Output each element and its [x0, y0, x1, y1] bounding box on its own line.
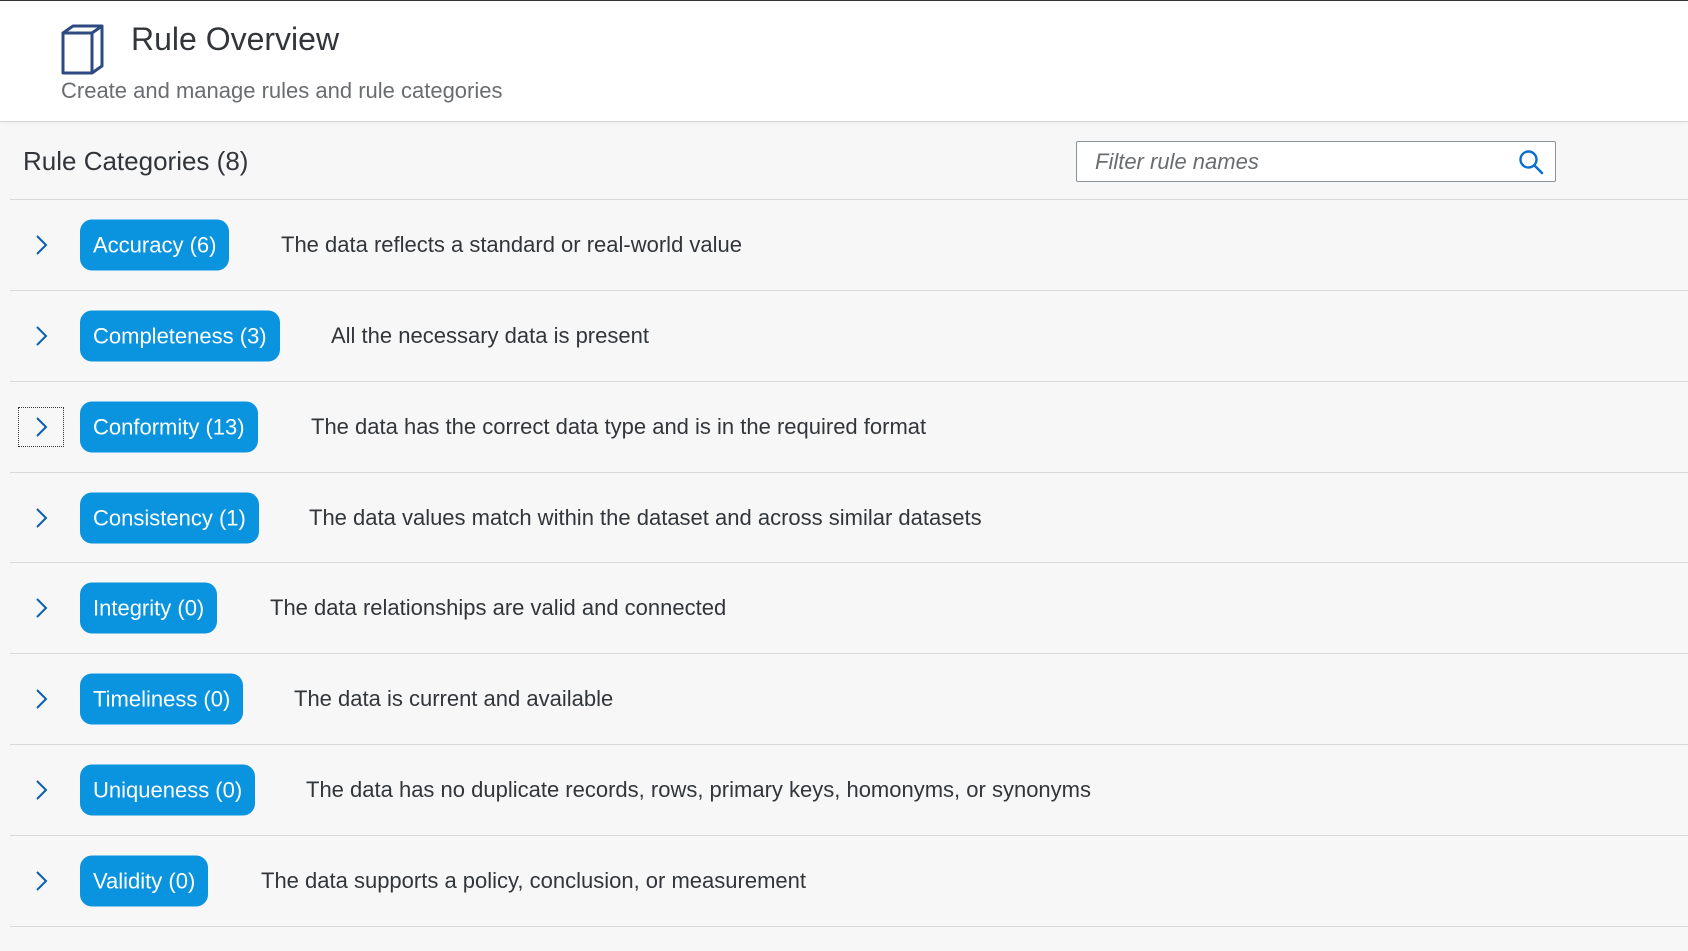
chevron-right-icon[interactable]: [18, 407, 64, 447]
category-description: The data has no duplicate records, rows,…: [306, 777, 1091, 802]
filter-rule-names-input[interactable]: [1077, 142, 1507, 181]
category-description: The data supports a policy, conclusion, …: [261, 868, 806, 893]
category-description: The data has the correct data type and i…: [311, 414, 927, 439]
chevron-right-icon[interactable]: [19, 862, 63, 900]
search-icon[interactable]: [1517, 148, 1545, 176]
category-row-validity: Validity (0) The data supports a policy,…: [10, 836, 1688, 927]
category-badge-integrity[interactable]: Integrity (0): [80, 582, 218, 634]
chevron-right-icon[interactable]: [19, 317, 63, 355]
category-badge-consistency[interactable]: Consistency (1): [80, 492, 259, 543]
category-description: The data values match within the dataset…: [309, 504, 982, 530]
rule-category-list: Accuracy (6) The data reflects a standar…: [10, 200, 1688, 927]
book-icon: [58, 23, 106, 77]
category-row-completeness: Completeness (3) All the necessary data …: [10, 291, 1688, 382]
category-row-consistency: Consistency (1) The data values match wi…: [10, 473, 1688, 563]
category-badge-validity[interactable]: Validity (0): [80, 855, 209, 907]
chevron-right-icon[interactable]: [19, 589, 63, 627]
page-header: Rule Overview Create and manage rules an…: [0, 0, 1688, 122]
category-description: The data is current and available: [294, 686, 614, 711]
rule-overview-page: Rule Overview Create and manage rules an…: [0, 0, 1688, 951]
categories-toolbar: Rule Categories (8): [10, 124, 1688, 200]
page-title: Rule Overview: [131, 21, 340, 57]
category-badge-conformity[interactable]: Conformity (13): [80, 401, 258, 453]
category-row-timeliness: Timeliness (0) The data is current and a…: [10, 654, 1688, 745]
page-subtitle: Create and manage rules and rule categor…: [61, 78, 503, 103]
category-description: The data reflects a standard or real-wor…: [281, 232, 743, 257]
category-row-integrity: Integrity (0) The data relationships are…: [10, 563, 1688, 654]
chevron-right-icon[interactable]: [19, 680, 63, 718]
filter-rule-names-field[interactable]: [1076, 141, 1556, 182]
category-row-conformity: Conformity (13) The data has the correct…: [10, 382, 1688, 473]
category-description: All the necessary data is present: [331, 323, 649, 348]
category-description: The data relationships are valid and con…: [270, 595, 727, 620]
rule-categories-title: Rule Categories (8): [23, 146, 249, 176]
category-badge-accuracy[interactable]: Accuracy (6): [80, 219, 230, 271]
category-badge-timeliness[interactable]: Timeliness (0): [80, 673, 244, 725]
chevron-right-icon[interactable]: [19, 226, 63, 264]
category-row-uniqueness: Uniqueness (0) The data has no duplicate…: [10, 745, 1688, 836]
chevron-right-icon[interactable]: [19, 771, 63, 809]
category-row-accuracy: Accuracy (6) The data reflects a standar…: [10, 200, 1688, 291]
category-badge-uniqueness[interactable]: Uniqueness (0): [80, 764, 256, 816]
category-badge-completeness[interactable]: Completeness (3): [80, 310, 280, 362]
chevron-right-icon[interactable]: [19, 499, 63, 537]
